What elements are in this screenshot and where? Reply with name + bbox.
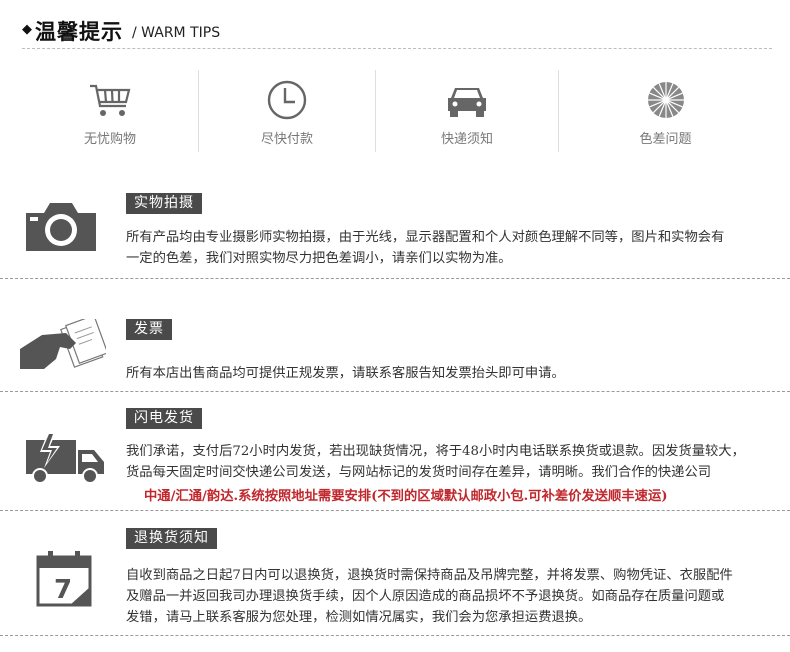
body-line: 发错，请马上联系客服为您处理，检测如情况属实，我们会为您承担运费退换。 — [126, 610, 592, 625]
section-divider — [0, 635, 790, 636]
body-line: 一定的色差，我们对照实物尽力把色差调小，请亲们以实物为准。 — [126, 251, 512, 266]
section-body: 所有产品均由专业摄影师实物拍摄，由于光线，显示器配置和个人对颜色理解不同等，图片… — [126, 227, 771, 269]
tip-label: 无忧购物 — [83, 132, 136, 147]
tip-shipping-notes[interactable]: 快递须知 — [376, 66, 558, 152]
color-wheel-icon — [647, 82, 684, 118]
warm-tips-header: ◆ 温馨提示 / WARM TIPS — [22, 14, 772, 49]
hand-receipt-icon — [20, 319, 106, 369]
tips-row: 无忧购物 尽快付款 快递须知 色差问题 — [22, 66, 772, 152]
body-line: 所有本店出售商品均可提供正规发票，请联系客服告知发票抬头即可申请。 — [126, 366, 565, 381]
shopping-cart-icon — [90, 84, 131, 116]
section-body: 自收到商品之日起7日内可以退换货，退换货时需保持商品及吊牌完整，并将发票、购物凭… — [126, 565, 771, 628]
clock-icon — [267, 80, 307, 120]
courier-notice: 中通/汇通/韵达.系统按照地址需要安排(不到的区域默认邮政小包.可补差价发送顺丰… — [144, 489, 668, 504]
tip-label: 尽快付款 — [260, 132, 313, 147]
body-line: 及赠品一并返回我司办理退换货手续，因个人原因造成的商品损坏不予退换货。如商品存在… — [126, 589, 725, 604]
tip-worry-free-shopping[interactable]: 无忧购物 — [22, 66, 198, 152]
section-body: 我们承诺，支付后72小时内发货，若出现缺货情况，将于48小时内电话联系换货或退款… — [126, 441, 771, 483]
body-line: 我们承诺，支付后72小时内发货，若出现缺货情况，将于48小时内电话联系换货或退款… — [126, 444, 745, 459]
calendar-icon: 7 — [36, 551, 92, 607]
section-tag: 发票 — [126, 319, 172, 340]
section-tag: 闪电发货 — [126, 408, 202, 429]
body-line: 货品每天固定时间交快递公司发送，与网站标记的发货时间存在差异，请明晰。我们合作的… — [126, 465, 712, 480]
tip-label: 色差问题 — [639, 132, 692, 147]
section-fast-shipping: 闪电发货 我们承诺，支付后72小时内发货，若出现缺货情况，将于48小时内电话联系… — [0, 392, 790, 510]
section-tag: 实物拍摄 — [126, 193, 202, 214]
camera-icon — [26, 203, 96, 251]
car-icon — [448, 88, 486, 117]
header-title-en: / WARM TIPS — [132, 25, 221, 41]
diamond-bullet-icon: ◆ — [22, 22, 32, 37]
tip-pay-soon[interactable]: 尽快付款 — [199, 66, 375, 152]
section-real-photos: 实物拍摄 所有产品均由专业摄影师实物拍摄，由于光线，显示器配置和个人对颜色理解不… — [0, 190, 790, 278]
tip-label: 快递须知 — [440, 132, 493, 147]
section-returns: 7 退换货须知 自收到商品之日起7日内可以退换货，退换货时需保持商品及吊牌完整，… — [0, 511, 790, 635]
section-body: 所有本店出售商品均可提供正规发票，请联系客服告知发票抬头即可申请。 — [126, 363, 771, 384]
header-title-cn: 温馨提示 — [35, 20, 123, 44]
section-invoice: 发票 所有本店出售商品均可提供正规发票，请联系客服告知发票抬头即可申请。 — [0, 279, 790, 391]
tip-color-difference[interactable]: 色差问题 — [559, 66, 772, 152]
calendar-number: 7 — [54, 575, 72, 605]
truck-icon — [26, 432, 104, 484]
section-tag: 退换货须知 — [126, 528, 217, 549]
body-line: 所有产品均由专业摄影师实物拍摄，由于光线，显示器配置和个人对颜色理解不同等，图片… — [126, 230, 725, 245]
body-line: 自收到商品之日起7日内可以退换货，退换货时需保持商品及吊牌完整，并将发票、购物凭… — [126, 568, 733, 583]
